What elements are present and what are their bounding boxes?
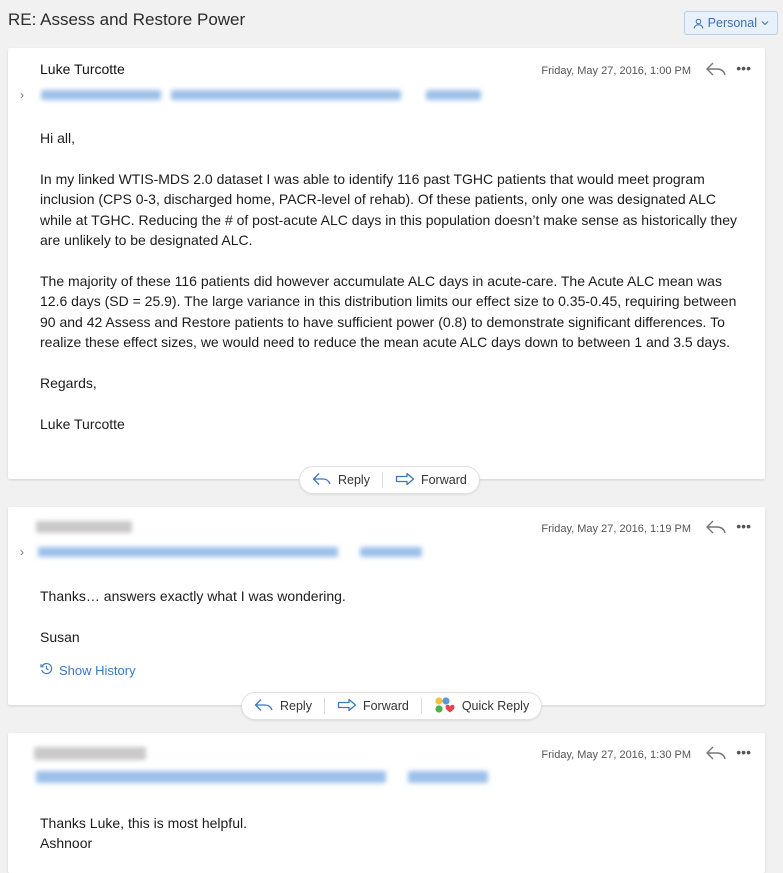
more-options-icon[interactable]: ••• [736, 518, 751, 534]
body-paragraph: Thanks… answers exactly what I was wonde… [40, 588, 346, 604]
reply-label: Reply [338, 473, 370, 487]
more-options-icon[interactable]: ••• [736, 60, 751, 76]
message-date: Friday, May 27, 2016, 1:00 PM [541, 65, 691, 77]
body-paragraph: In my linked WTIS-MDS 2.0 dataset I was … [40, 170, 738, 249]
body-paragraph: Hi all, [40, 130, 76, 146]
body-line: Thanks Luke, this is most helpful. [40, 815, 247, 831]
quick-reply-button[interactable]: Quick Reply [422, 693, 541, 719]
body-paragraph: Luke Turcotte [40, 415, 125, 432]
forward-label: Forward [362, 699, 409, 713]
person-icon [693, 18, 704, 29]
message-card: Luke Turcotte Friday, May 27, 2016, 1:00… [8, 48, 765, 479]
message-body: Hi all, In my linked WTIS-MDS 2.0 datase… [40, 128, 739, 434]
forward-icon [395, 472, 415, 489]
show-history-link[interactable]: Show History [40, 662, 136, 678]
thread-title: RE: Assess and Restore Power [8, 10, 246, 29]
history-icon [40, 662, 53, 678]
category-label: Personal [707, 16, 757, 30]
reply-button[interactable]: Reply [300, 467, 382, 493]
reply-button[interactable]: Reply [242, 693, 324, 719]
forward-button[interactable]: Forward [325, 693, 421, 719]
reply-icon[interactable] [705, 519, 727, 540]
message-date: Friday, May 27, 2016, 1:30 PM [541, 749, 691, 761]
reply-label: Reply [280, 699, 312, 713]
reply-icon [312, 472, 332, 489]
body-paragraph: Regards, [40, 374, 97, 391]
forward-button[interactable]: Forward [383, 467, 479, 493]
message-body: Thanks… answers exactly what I was wonde… [40, 586, 739, 647]
message-actions: Reply Forward [299, 466, 480, 494]
more-options-icon[interactable]: ••• [736, 744, 751, 760]
quick-reply-icon [434, 696, 456, 717]
reply-icon [254, 698, 274, 715]
forward-icon [337, 698, 357, 715]
body-line: Ashnoor [40, 835, 93, 852]
sender-name: Luke Turcotte [40, 61, 125, 77]
message-actions: Reply Forward Quick Reply [241, 692, 543, 720]
message-date: Friday, May 27, 2016, 1:19 PM [541, 523, 691, 535]
message-card: Friday, May 27, 2016, 1:19 PM ••• › Than… [8, 507, 765, 705]
body-paragraph: Susan [40, 628, 80, 645]
chevron-right-icon[interactable]: › [20, 545, 24, 559]
category-personal-button[interactable]: Personal [683, 11, 778, 35]
forward-label: Forward [420, 473, 467, 487]
message-card: Friday, May 27, 2016, 1:30 PM ••• Thanks… [8, 733, 765, 873]
quick-reply-label: Quick Reply [461, 699, 530, 713]
body-paragraph: The majority of these 116 patients did h… [40, 272, 737, 351]
reply-icon[interactable] [705, 61, 727, 82]
show-history-label: Show History [59, 662, 136, 678]
reply-icon[interactable] [705, 745, 727, 766]
chevron-right-icon[interactable]: › [20, 88, 24, 102]
chevron-down-icon [761, 20, 769, 26]
message-body: Thanks Luke, this is most helpful. Ashno… [40, 813, 739, 854]
